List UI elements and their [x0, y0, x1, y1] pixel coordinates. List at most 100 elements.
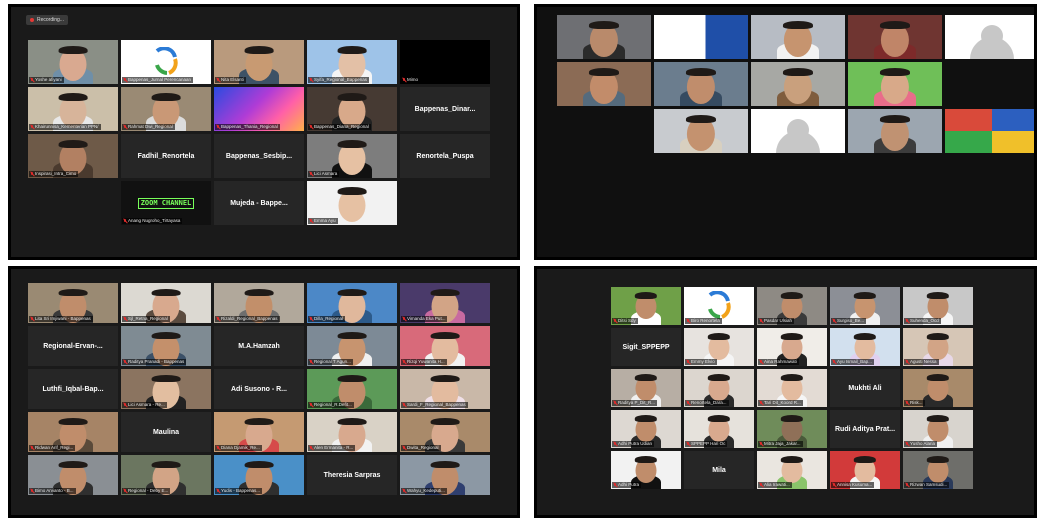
participant-tile-aina-rahmawati[interactable]: Aina Rahmawati	[757, 328, 827, 366]
participant-tile-agusti-nessa[interactable]: Agusti Nessa	[903, 328, 973, 366]
participant-tile-surgiso-be[interactable]: Surgiso_Be...	[830, 287, 900, 325]
participant-tile-mukhti-ali[interactable]: Mukhti Ali	[830, 369, 900, 407]
participant-tile-yusho-alaria[interactable]: Yusho Alaria	[903, 410, 973, 448]
participant-tile-diana-djamik-re[interactable]: Diana Djamik_Re...	[214, 412, 304, 452]
participant-tile-alen-ermanita-r[interactable]: Alen Ermanita - R...	[307, 412, 397, 452]
participant-tile-m-a-hamzah[interactable]: M.A.Hamzah	[214, 326, 304, 366]
participant-tile-ridwan-arif-regi[interactable]: Ridwan Arif_Regi...	[28, 412, 118, 452]
participant-tile-sjl-retna-regional[interactable]: Sjl_Retna_Regional	[121, 283, 211, 323]
participant-tile-yudis-bappenas[interactable]: Yudis - Bappenas...	[214, 455, 304, 495]
participant-tile-alia-irawati[interactable]: Alia Irawati...	[757, 451, 827, 489]
participant-tile-bappenas-thania-regional[interactable]: Bappenas_Thania_Regional	[214, 87, 304, 131]
participant-tile-rudi-aditya-prat[interactable]: Rudi Aditya Prat...	[830, 410, 900, 448]
participant-tile-ditsi-sdy[interactable]: Ditsi Sdy	[611, 287, 681, 325]
participant-tile-vimanda-eka-put[interactable]: Vimanda Eka Put...	[400, 283, 490, 323]
participant-tile-raditya-pranadi-bappenas[interactable]: Raditya Pranadi - Bappenas	[121, 326, 211, 366]
participant-tile-regional-t-agun[interactable]: Regional T Agun...	[307, 326, 397, 366]
participant-tile-sardi-f-regional-bappenas[interactable]: Sardi_F_Regional_Bappenas	[400, 369, 490, 409]
participant-tile-maulina[interactable]: Maulina	[121, 412, 211, 452]
participant-tile-adhi-putra-udian[interactable]: Adhi Putra Udian	[611, 410, 681, 448]
participant-name-label: Dwita_Regional	[407, 445, 439, 450]
participant-tile-risk[interactable]: Risk...	[903, 369, 973, 407]
participant-tile-bappenas-dinar[interactable]: Bappenas_Dinar...	[400, 87, 490, 131]
participant-tile-video-2[interactable]	[751, 15, 845, 59]
muted-mic-icon	[905, 482, 909, 488]
participant-name-label: Dilla_Regional	[314, 316, 344, 321]
muted-mic-icon	[759, 441, 763, 447]
participant-tile-video-0[interactable]	[557, 15, 651, 59]
participant-tile-renortela-dara[interactable]: Renortela_Dara...	[684, 369, 754, 407]
participant-tile-khairunnisa-kementerian-ppn[interactable]: Khairunnisa_Kementerian PPN/	[28, 87, 118, 131]
muted-mic-icon	[30, 316, 34, 322]
participant-tile-anang-nugroho-tirtayasa[interactable]: ZOOM CHANNEL Anang Nugroho_Tirtayasa	[121, 181, 211, 225]
participant-tile-bimo-arvianto-b[interactable]: Bimo Arvianto - B...	[28, 455, 118, 495]
participant-tile-mitra-jaja-jakar[interactable]: Mitra Jaja_Jakar...	[757, 410, 827, 448]
participant-tile-bappenas-jurnal-perencanaan[interactable]: Bappenas_Jurnal Perencanaan	[121, 40, 211, 84]
participant-tile-pasdar-ulsiah[interactable]: Pasdar Ulsiah	[757, 287, 827, 325]
participant-tile-yoshe-afiyani[interactable]: Yoshe afiyani	[28, 40, 118, 84]
zoom-channel-text: ZOOM CHANNEL	[137, 197, 195, 209]
muted-mic-icon	[402, 488, 406, 494]
participant-tile-bappenas-diana-regional[interactable]: Bappenas_Diana_Regional	[307, 87, 397, 131]
participant-tile-regional-r-defit[interactable]: Regional_R.Defit...	[307, 369, 397, 409]
muted-mic-icon	[216, 445, 220, 451]
participant-tile-bappenas-sesbip[interactable]: Bappenas_Sesbip...	[214, 134, 304, 178]
participant-tile-sppepp-hari-oc[interactable]: SPPEPP Hari Oc	[684, 410, 754, 448]
gallery-grid: Yoshe afiyani Bappenas_Jurnal Perencanaan…	[28, 40, 490, 225]
participant-tile-adhi-putra[interactable]: Adhi Putra	[611, 451, 681, 489]
participant-name-label: Emmy Elvio	[691, 359, 715, 364]
participant-tile-video-1[interactable]	[654, 15, 748, 59]
participant-tile-regional-deby-e[interactable]: Regional - Deby E...	[121, 455, 211, 495]
participant-tile-video-4[interactable]	[945, 15, 1034, 59]
participant-video	[557, 15, 651, 59]
participant-tile-video-11[interactable]	[654, 109, 748, 153]
participant-tile-inspirasi-intra-cimo[interactable]: Inspirasi_Intra_Cimo	[28, 134, 118, 178]
participant-tile-fadhil-renortela[interactable]: Fadhil_Renortela	[121, 134, 211, 178]
participant-tile-video-6[interactable]	[654, 62, 748, 106]
participant-name-tag: Surgiso_Be...	[831, 318, 867, 324]
participant-tile-mimo[interactable]: Mimo	[400, 40, 490, 84]
muted-mic-icon	[613, 441, 617, 447]
participant-tile-renortela-puspa[interactable]: Renortela_Puspa	[400, 134, 490, 178]
participant-name-tag: Renortela_Dara...	[685, 400, 729, 406]
recording-indicator[interactable]: Recording...	[26, 15, 68, 25]
participant-tile-theresia-sarpras[interactable]: Theresia Sarpras	[307, 455, 397, 495]
participant-tile-video-5[interactable]	[557, 62, 651, 106]
muted-mic-icon	[402, 359, 406, 365]
participant-tile-emma-ayu[interactable]: Emma Ayu	[307, 181, 397, 225]
participant-tile-rizaldi-regional-bappenas[interactable]: Rizaldi_Regional_Bappenas	[214, 283, 304, 323]
participant-tile-dilla-regional[interactable]: Dilla_Regional	[307, 283, 397, 323]
participant-tile-video-12[interactable]	[751, 109, 845, 153]
participant-tile-rizwan-samsudi[interactable]: Rizwan Samsudi...	[903, 451, 973, 489]
participant-tile-lici-asmara-re[interactable]: Lici Asmara - Re...	[121, 369, 211, 409]
participant-tile-video-13[interactable]	[848, 109, 942, 153]
participant-tile-sigit-sppepp[interactable]: Sigit_SPPEPP	[611, 328, 681, 366]
participant-tile-video-3[interactable]	[848, 15, 942, 59]
participant-tile-regional-ervan[interactable]: Regional-Ervan-...	[28, 326, 118, 366]
participant-tile-emmy-elvio[interactable]: Emmy Elvio	[684, 328, 754, 366]
participant-tile-syifa-regional-bappenas[interactable]: Syifa_Regional_Bappenas	[307, 40, 397, 84]
participant-tile-lita-sri-imjiwani-bappenas[interactable]: Lita Sri Imjiwani - Bappenas	[28, 283, 118, 323]
participant-name: Luthfi_Iqbal-Bap...	[42, 385, 104, 393]
participant-tile-luthfi-iqbal-bap[interactable]: Luthfi_Iqbal-Bap...	[28, 369, 118, 409]
participant-tile-rizqi-yuwanita-h[interactable]: Rizqi Yuwanita H...	[400, 326, 490, 366]
participant-tile-nita-elsanti[interactable]: Nita Elsanti	[214, 40, 304, 84]
participant-tile-raditya-p-dit-r[interactable]: Raditya P_Dit_R...	[611, 369, 681, 407]
participant-tile-rahmat-dwi-regional[interactable]: Rahmat Dwi_Regional	[121, 87, 211, 131]
participant-tile-biro-renortela[interactable]: Biro Renortela	[684, 287, 754, 325]
participant-tile-dwita-regional[interactable]: Dwita_Regional	[400, 412, 490, 452]
participant-tile-video-14[interactable]	[945, 109, 1034, 153]
participant-name-tag: Vimanda Eka Put...	[401, 316, 448, 322]
participant-tile-ayu-ismail-bap[interactable]: Ayu Ismail_Bap...	[830, 328, 900, 366]
participant-tile-annisa-kusuma[interactable]: Annisa Kusuma...	[830, 451, 900, 489]
participant-tile-video-7[interactable]	[751, 62, 845, 106]
shared-document-icon	[654, 15, 748, 59]
participant-tile-adi-susono-r[interactable]: Adi Susono - R...	[214, 369, 304, 409]
participant-tile-lici-asmara[interactable]: Lici Asmara	[307, 134, 397, 178]
participant-tile-tari-dit-koord-r[interactable]: Tari Dit_Koord R...	[757, 369, 827, 407]
participant-tile-mila[interactable]: Mila	[684, 451, 754, 489]
participant-tile-video-8[interactable]	[848, 62, 942, 106]
participant-tile-suhenda-ocd[interactable]: Suhenda_Ocd	[903, 287, 973, 325]
participant-tile-wahyu-kedeputi[interactable]: Wahyu_Kedeputi...	[400, 455, 490, 495]
participant-tile-mujeda-bappe[interactable]: Mujeda - Bappe...	[214, 181, 304, 225]
